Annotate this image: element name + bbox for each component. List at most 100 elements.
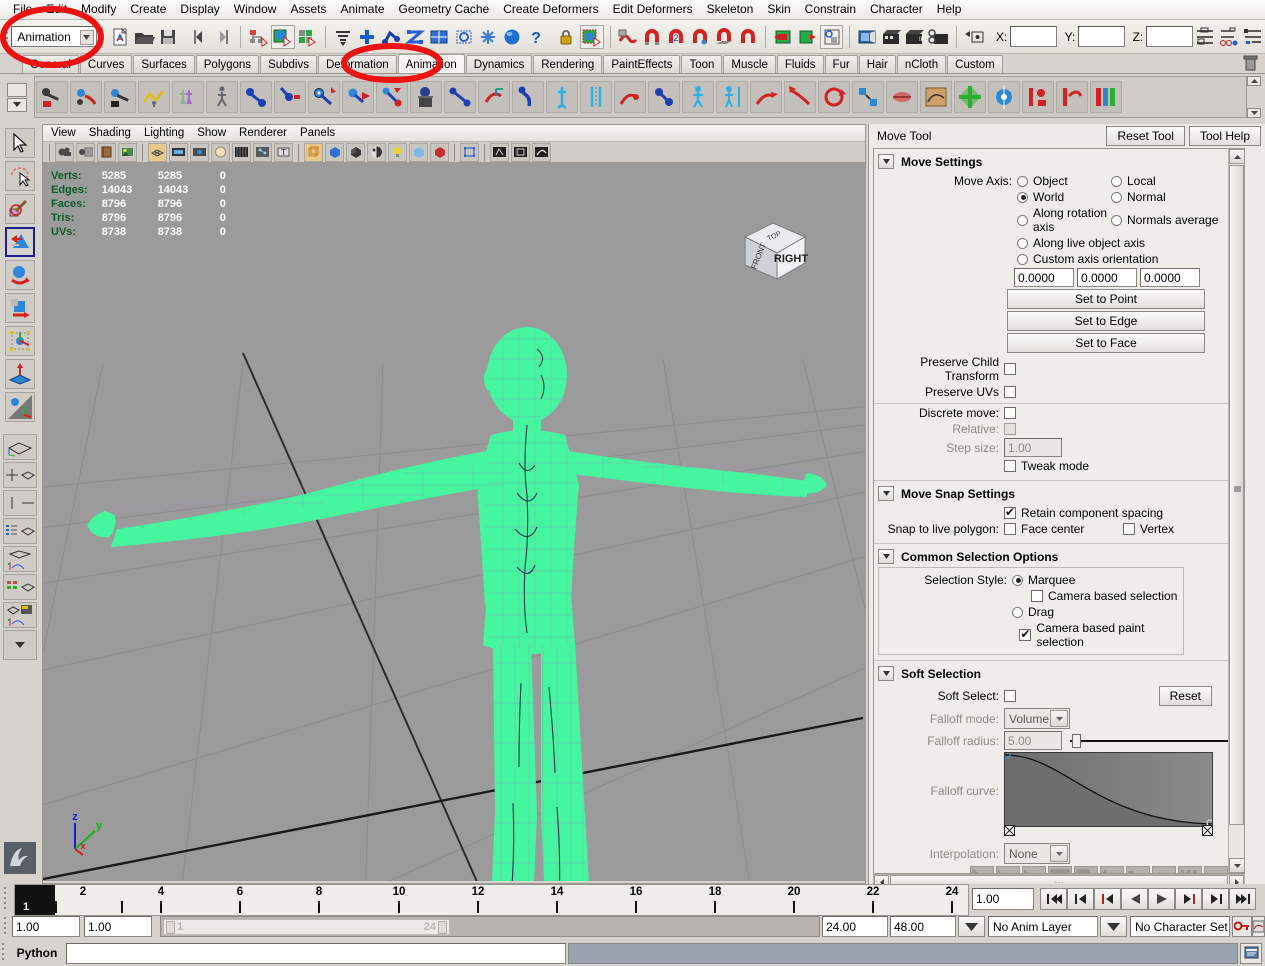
magnet-live-icon[interactable] (737, 25, 759, 49)
insert-joint-icon[interactable] (274, 81, 306, 113)
timeline-ruler[interactable]: 1 2 4 6 8 10 12 14 16 18 20 22 24 (14, 884, 969, 916)
menu-item-edit[interactable]: Edit (39, 0, 74, 19)
command-line-drag-handle[interactable] (0, 940, 8, 966)
undo-icon[interactable] (188, 25, 210, 49)
select-by-component-icon[interactable] (297, 25, 319, 49)
snapshot-icon[interactable] (954, 81, 986, 113)
curve-preset-5[interactable] (1074, 866, 1098, 873)
ghost-icon[interactable] (172, 81, 204, 113)
hypershade-icon[interactable] (616, 25, 638, 49)
shelf-tab-deformation[interactable]: Deformation (317, 55, 397, 73)
menu-item-skin[interactable]: Skin (760, 0, 797, 19)
quick-layout-persp-render-graph[interactable] (3, 602, 37, 628)
add-snap-icon[interactable] (356, 25, 378, 49)
soft-modification-tool[interactable] (5, 359, 35, 389)
isolate-select-icon[interactable] (460, 142, 479, 162)
radio-normal[interactable]: Normal (1111, 190, 1166, 204)
radio-along-live-object-axis[interactable]: Along live object axis (1017, 236, 1145, 250)
scroll-up-arrow-icon[interactable] (1229, 149, 1244, 164)
radio-world[interactable]: World (1017, 190, 1111, 204)
radio-normals-average[interactable]: Normals average (1111, 213, 1218, 227)
soft-selection-reset-button[interactable]: Reset (1158, 686, 1212, 706)
layer-editor-icon[interactable] (1218, 25, 1240, 49)
ipr-render-icon[interactable] (880, 25, 902, 49)
motion-trail-icon[interactable] (988, 81, 1020, 113)
more-layouts-button[interactable] (3, 630, 37, 660)
falloff-handle-left[interactable] (1004, 825, 1015, 839)
step-forward-keyframe-icon[interactable] (1202, 888, 1229, 910)
trash-icon[interactable] (1241, 54, 1259, 76)
skeleton-walk-icon[interactable] (206, 81, 238, 113)
quick-rig-icon[interactable] (682, 81, 714, 113)
help-icon[interactable]: ? (525, 25, 547, 49)
channel-box-icon[interactable] (1194, 25, 1216, 49)
slider-knob[interactable] (1072, 733, 1081, 748)
quick-layout-single-persp[interactable] (3, 434, 37, 460)
set-key-channel-icon[interactable] (104, 81, 136, 113)
motion-path-icon[interactable] (138, 81, 170, 113)
move-snap-header[interactable]: Move Snap Settings (874, 484, 1230, 504)
range-end-field[interactable]: 24.00 (822, 916, 888, 937)
render-sphere-icon[interactable] (501, 25, 523, 49)
shelf-tab-general[interactable]: General (22, 55, 79, 73)
select-tool[interactable] (5, 128, 35, 158)
menu-item-skeleton[interactable]: Skeleton (700, 0, 761, 19)
attribute-panel-icon[interactable] (1242, 25, 1264, 49)
gate-mask-icon[interactable] (211, 142, 230, 162)
viewport-menu-renderer[interactable]: Renderer (239, 127, 287, 139)
constrain-point-icon[interactable] (750, 81, 782, 113)
discrete-move-checkbox[interactable] (1004, 407, 1016, 419)
quick-layout-hypershade-persp[interactable] (3, 574, 37, 600)
shelf-menu-square[interactable] (7, 82, 27, 97)
menu-item-create-deformers[interactable]: Create Deformers (496, 0, 605, 19)
custom-axis-y-field[interactable]: 0.0000 (1077, 268, 1137, 287)
orient-joint-icon[interactable] (478, 81, 510, 113)
soft-select-checkbox[interactable] (1004, 690, 1016, 702)
menu-item-animate[interactable]: Animate (333, 0, 391, 19)
set-keyframe-red-icon[interactable] (1022, 81, 1054, 113)
camera-attributes-icon[interactable] (76, 142, 95, 162)
radio-custom-axis-orientation[interactable]: Custom axis orientation (1017, 252, 1158, 266)
select-by-object-icon[interactable] (270, 24, 295, 49)
smooth-preview-icon[interactable] (511, 142, 530, 162)
open-scene-icon[interactable] (133, 25, 155, 49)
menu-item-help[interactable]: Help (930, 0, 969, 19)
text-icon[interactable]: T (274, 142, 293, 162)
character-set-field[interactable]: No Character Set (1130, 916, 1230, 937)
tweak-mode-checkbox[interactable] (1004, 460, 1016, 472)
curve-preset-custom[interactable] (1204, 866, 1228, 873)
input-connection-icon[interactable] (772, 25, 794, 49)
muscle-system-icon[interactable] (886, 81, 918, 113)
set-to-edge-button[interactable]: Set to Edge (1007, 311, 1205, 331)
lasso-tool[interactable] (5, 161, 35, 191)
menu-item-assets[interactable]: Assets (283, 0, 333, 19)
resolution-gate-icon[interactable] (190, 142, 209, 162)
preserve-uvs-checkbox[interactable] (1004, 386, 1016, 398)
menu-item-geometry-cache[interactable]: Geometry Cache (392, 0, 497, 19)
step-forward-frame-icon[interactable] (1175, 888, 1202, 910)
camera-based-paint-checkbox[interactable] (1019, 627, 1032, 641)
shelf-tab-ncloth[interactable]: nCloth (896, 55, 947, 73)
output-connection-icon[interactable] (796, 25, 818, 49)
tool-help-button[interactable]: Tool Help (1188, 126, 1261, 146)
collapse-triangle-icon-2[interactable] (878, 486, 894, 501)
viewport-menu-view[interactable]: View (51, 127, 76, 139)
menu-item-display[interactable]: Display (173, 0, 226, 19)
snap-grid-icon[interactable] (332, 25, 354, 49)
shelf-tab-fur[interactable]: Fur (824, 55, 858, 73)
quick-layout-outliner-persp[interactable] (3, 518, 37, 544)
soft-selection-header[interactable]: Soft Selection (874, 664, 1230, 684)
shelf-scroll-up-icon[interactable] (1247, 76, 1261, 86)
go-to-start-icon[interactable] (1040, 888, 1067, 910)
collapse-triangle-icon-3[interactable] (878, 549, 894, 564)
lock-icon[interactable] (555, 25, 577, 49)
paint-select-tool[interactable] (5, 194, 35, 224)
viewport-canvas[interactable]: persp Verts: 5285 5285 0 Edges: 14043 (43, 163, 865, 881)
auto-keyframe-icon[interactable] (1232, 916, 1252, 937)
timeline-drag-handle[interactable] (2, 884, 10, 916)
viewport-menu-show[interactable]: Show (197, 127, 226, 139)
scroll-thumb[interactable] (1229, 165, 1244, 825)
radio-local[interactable]: Local (1111, 174, 1156, 188)
mirror-joint-icon[interactable] (444, 81, 476, 113)
image-plane-icon[interactable] (118, 142, 137, 162)
